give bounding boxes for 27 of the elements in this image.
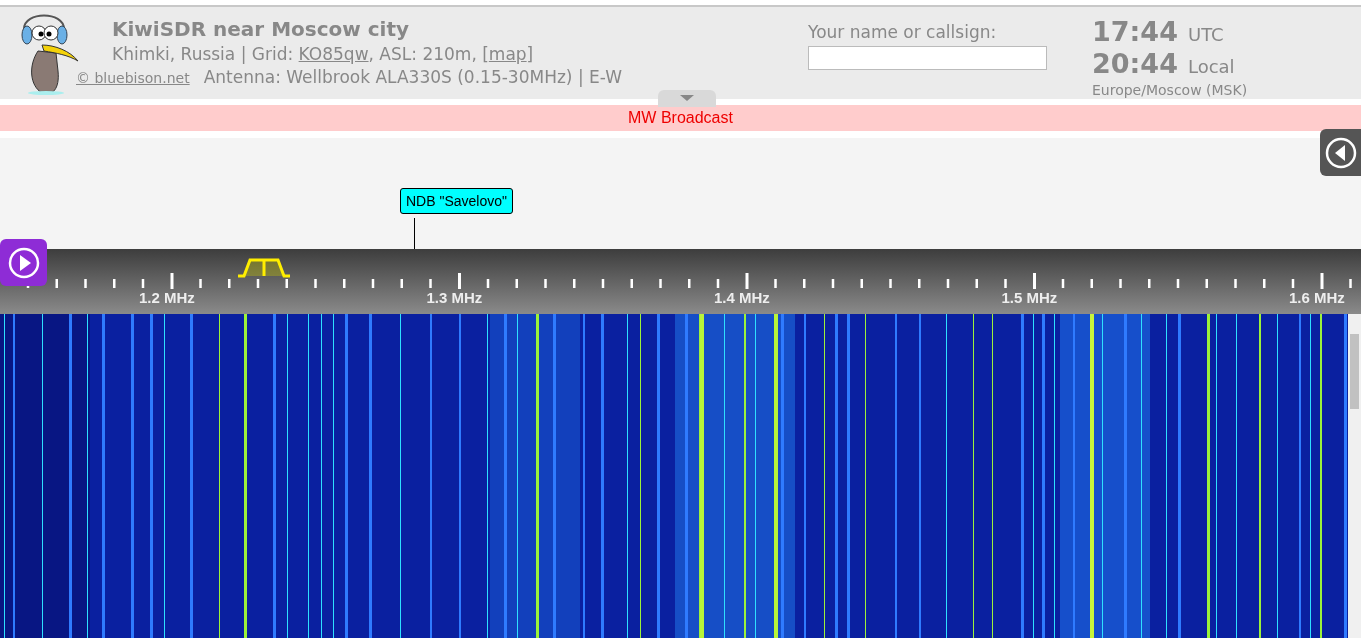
station-label[interactable]: NDB "Savelovo" [400,188,513,214]
callsign-field[interactable] [808,46,1047,70]
expand-tab[interactable] [658,90,716,107]
clock-zone: UTC [1187,24,1224,45]
frequency-label: 1.4 MHz [714,289,770,306]
frequency-label: 1.2 MHz [139,289,195,306]
clock-zone: Local [1187,56,1235,77]
frequency-label: 1.6 MHz [1289,289,1345,306]
play-button[interactable] [0,239,47,286]
frequency-scale[interactable]: 1.2 MHz 1.3 MHz 1.4 MHz 1.5 MHz 1.6 MHz [0,249,1361,314]
frequency-label: 1.3 MHz [426,289,483,306]
map-link[interactable]: map [488,44,527,64]
band-bar: MW Broadcast [0,105,1361,131]
location-text: Khimki, Russia | Grid: KO85qw, ASL: 210m, [map] [112,44,535,64]
timezone-text: Europe/Moscow (MSK) [1092,82,1248,98]
grid-link[interactable]: KO85qw [298,44,369,64]
station-title: KiwiSDR near Moscow city [112,17,411,41]
leader-line [414,218,415,249]
antenna-text: Antenna: Wellbrook ALA330S (0.15-30MHz) | E-W [203,67,622,87]
clock-time: 17:44 [1092,16,1178,47]
credit-link[interactable]: © bluebison.net [76,70,190,86]
collapse-button[interactable] [1320,129,1361,176]
clock-time: 20:44 [1092,48,1178,79]
callsign-label: Your name or callsign: [808,22,998,42]
frequency-label: 1.5 MHz [1001,289,1058,306]
play-icon [6,245,41,280]
scrollbar[interactable] [1348,314,1361,638]
